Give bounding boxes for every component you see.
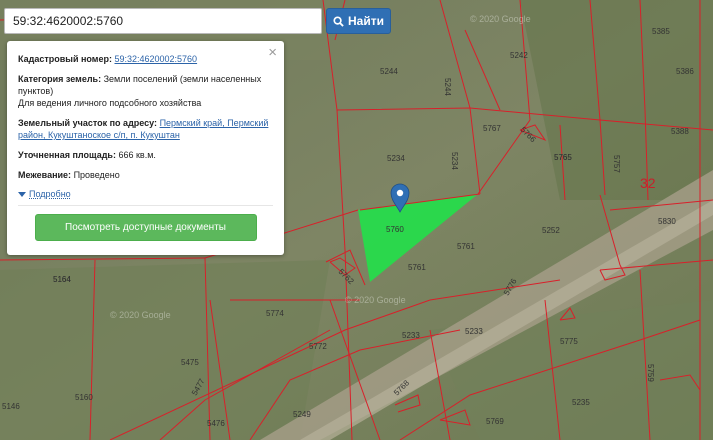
parcel-label: 5234: [387, 154, 405, 163]
parcel-label: 5775: [560, 337, 578, 346]
parcel-label: 5386: [676, 67, 694, 76]
parcel-label: 5233: [402, 331, 420, 340]
area-row: Уточненная площадь: 666 кв.м.: [18, 149, 273, 161]
cadastral-label: Кадастровый номер:: [18, 54, 112, 64]
parcel-label: 5233: [465, 327, 483, 336]
parcel-label: 5242: [510, 51, 528, 60]
parcel-label: 5761: [408, 263, 426, 272]
area-value: 666 кв.м.: [118, 150, 156, 160]
search-button[interactable]: Найти: [326, 8, 391, 34]
address-row: Земельный участок по адресу: Пермский кр…: [18, 117, 273, 141]
parcel-label: 5772: [309, 342, 327, 351]
parcel-label: 5765: [554, 153, 572, 162]
details-toggle[interactable]: Подробно: [18, 189, 273, 199]
parcel-label: 5476: [207, 419, 225, 428]
parcel-label: 5769: [486, 417, 504, 426]
map-watermark: © 2020 Google: [110, 310, 171, 320]
divider: [18, 205, 273, 206]
address-label: Земельный участок по адресу:: [18, 118, 158, 128]
map-watermark: © 2020 Google: [345, 295, 406, 305]
close-icon[interactable]: ×: [268, 45, 277, 60]
category-label: Категория земель:: [18, 74, 102, 84]
parcel-label: 5759: [646, 364, 655, 382]
parcel-label: 5235: [572, 398, 590, 407]
usage-value: Для ведения личного подсобного хозяйства: [18, 98, 202, 108]
parcel-label: 5160: [75, 393, 93, 402]
parcel-label: 5761: [457, 242, 475, 251]
details-label[interactable]: Подробно: [29, 189, 71, 199]
survey-value: Проведено: [73, 170, 120, 180]
cadastral-link[interactable]: 59:32:4620002:5760: [114, 54, 197, 64]
parcel-label: 5388: [671, 127, 689, 136]
area-label: Уточненная площадь:: [18, 150, 116, 160]
parcel-label: 5252: [542, 226, 560, 235]
search-box[interactable]: [4, 8, 322, 34]
parcel-label: 5164: [53, 275, 71, 284]
parcel-label: 5760: [386, 225, 404, 234]
category-row: Категория земель: Земли поселений (земли…: [18, 73, 273, 109]
parcel-label: 5234: [450, 152, 459, 170]
search-input[interactable]: [5, 9, 321, 33]
parcel-label: 5146: [2, 402, 20, 411]
parcel-label: 5249: [293, 410, 311, 419]
chevron-down-icon: [18, 191, 26, 197]
search-button-label: Найти: [348, 14, 384, 28]
map-watermark: © 2020 Google: [470, 14, 531, 24]
search-icon: [333, 15, 344, 27]
parcel-label: 5385: [652, 27, 670, 36]
survey-row: Межевание: Проведено: [18, 169, 273, 181]
parcel-label: 5767: [483, 124, 501, 133]
parcel-label: 5244: [443, 78, 452, 96]
block-number: 32: [640, 175, 656, 191]
survey-label: Межевание:: [18, 170, 72, 180]
cadastral-row: Кадастровый номер: 59:32:4620002:5760: [18, 53, 273, 65]
parcel-label: 5244: [380, 67, 398, 76]
parcel-label: 5774: [266, 309, 284, 318]
view-documents-button[interactable]: Посмотреть доступные документы: [34, 214, 257, 241]
parcel-label: 5757: [612, 155, 621, 173]
parcel-label: 5830: [658, 217, 676, 226]
parcel-label: 5475: [181, 358, 199, 367]
parcel-info-panel: × Кадастровый номер: 59:32:4620002:5760 …: [7, 41, 284, 255]
